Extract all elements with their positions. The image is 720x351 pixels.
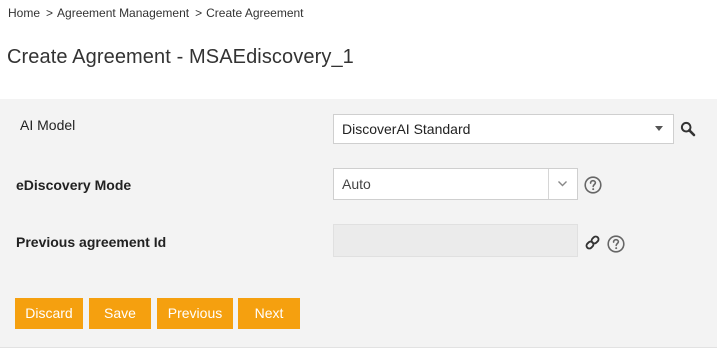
link-icon[interactable] <box>584 234 601 251</box>
breadcrumb-agreement-management-link[interactable]: Agreement Management <box>57 6 189 20</box>
chevron-down-icon <box>558 181 567 187</box>
ai-model-label: AI Model <box>20 117 76 133</box>
breadcrumb: Home > Agreement Management > Create Agreeme… <box>8 6 304 20</box>
breadcrumb-current-page: Create Agreement <box>206 6 304 20</box>
search-icon[interactable] <box>680 121 696 137</box>
ediscovery-mode-selected-value: Auto <box>342 176 371 192</box>
previous-agreement-id-field[interactable] <box>333 224 578 257</box>
page-title: Create Agreement - MSAEdiscovery_1 <box>7 46 354 68</box>
discard-button[interactable]: Discard <box>15 298 83 329</box>
help-icon[interactable] <box>607 235 625 253</box>
ediscovery-mode-toggle[interactable] <box>548 169 577 199</box>
breadcrumb-separator: > <box>46 6 54 20</box>
breadcrumb-home-link[interactable]: Home <box>8 6 40 20</box>
ediscovery-mode-label: eDiscovery Mode <box>16 177 132 193</box>
previous-agreement-id-label: Previous agreement Id <box>16 234 167 250</box>
dropdown-arrow-icon <box>655 126 663 131</box>
breadcrumb-separator: > <box>195 6 203 20</box>
ai-model-selected-value: DiscoverAI Standard <box>342 121 471 137</box>
previous-button[interactable]: Previous <box>157 298 233 329</box>
ai-model-select[interactable]: DiscoverAI Standard <box>333 114 674 144</box>
ediscovery-mode-select[interactable]: Auto <box>333 168 578 200</box>
save-button[interactable]: Save <box>89 298 151 329</box>
help-icon[interactable] <box>584 176 602 194</box>
next-button[interactable]: Next <box>238 298 300 329</box>
